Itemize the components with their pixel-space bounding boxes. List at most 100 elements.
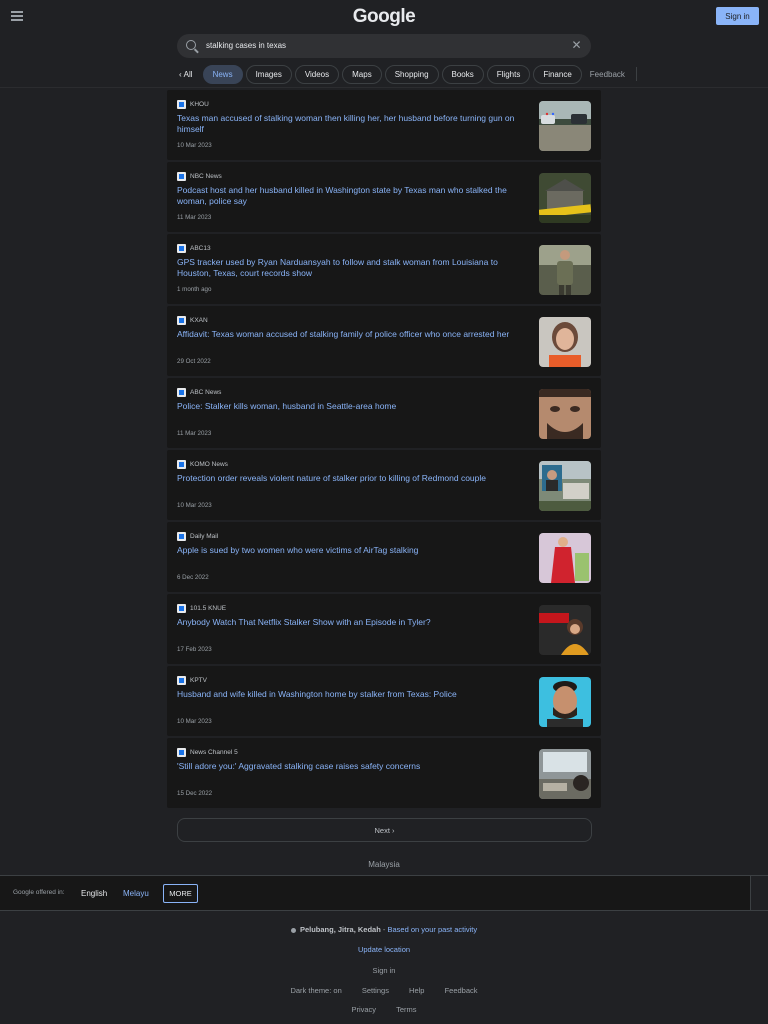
location-basis-link[interactable]: Based on your past activity xyxy=(388,925,478,934)
news-source: ABC13 xyxy=(190,245,211,252)
source-favicon-icon xyxy=(177,172,186,181)
news-source: News Channel 5 xyxy=(190,749,238,756)
tab-divider xyxy=(635,67,637,81)
tab-feedback[interactable]: Feedback xyxy=(585,65,633,84)
tab-shopping[interactable]: Shopping xyxy=(384,64,439,84)
source-favicon-icon xyxy=(177,748,186,757)
sign-in-button[interactable]: Sign in xyxy=(716,7,759,25)
news-card[interactable]: ABC13 GPS tracker used by Ryan Narduansy… xyxy=(167,234,601,304)
location-separator: - xyxy=(382,925,386,934)
news-date: 10 Mar 2023 xyxy=(177,718,212,725)
language-bar: Google offered in: English Melayu MORE xyxy=(0,875,768,911)
tab-books[interactable]: Books xyxy=(441,64,484,84)
news-date: 10 Mar 2023 xyxy=(177,142,212,149)
news-date: 11 Mar 2023 xyxy=(177,214,212,221)
news-results: KHOU Texas man accused of stalking woman… xyxy=(167,90,601,810)
tab-images[interactable]: Images xyxy=(245,64,292,84)
news-card[interactable]: KOMO News Protection order reveals viole… xyxy=(167,450,601,520)
mugshot-woman-thumbnail[interactable] xyxy=(539,317,591,367)
news-headline[interactable]: Anybody Watch That Netflix Stalker Show … xyxy=(177,617,529,628)
footer-legal-row: Privacy Terms xyxy=(0,1005,768,1014)
man-face-thumbnail[interactable] xyxy=(539,389,591,439)
source-favicon-icon xyxy=(177,388,186,397)
search-tabs: ‹ All News Images Videos Maps Shopping Bo… xyxy=(177,64,637,84)
search-input[interactable]: stalking cases in texas xyxy=(206,41,286,50)
news-card[interactable]: KHOU Texas man accused of stalking woman… xyxy=(167,90,601,160)
news-date: 17 Feb 2023 xyxy=(177,646,212,653)
news-card[interactable]: NBC News Podcast host and her husband ki… xyxy=(167,162,601,232)
tab-finance[interactable]: Finance xyxy=(533,64,582,84)
source-favicon-icon xyxy=(177,460,186,469)
privacy-link[interactable]: Privacy xyxy=(351,1005,376,1014)
source-favicon-icon xyxy=(177,316,186,325)
news-headline[interactable]: Podcast host and her husband killed in W… xyxy=(177,185,529,207)
crime-tape-house-thumbnail[interactable] xyxy=(539,173,591,223)
news-source: KXAN xyxy=(190,317,208,324)
help-link[interactable]: Help xyxy=(409,986,424,995)
news-headline[interactable]: 'Still adore you:' Aggravated stalking c… xyxy=(177,761,529,772)
news-date: 29 Oct 2022 xyxy=(177,358,211,365)
news-source: KOMO News xyxy=(190,461,228,468)
news-headline[interactable]: Affidavit: Texas woman accused of stalki… xyxy=(177,329,529,340)
language-label: Google offered in: xyxy=(13,889,65,896)
news-source: Daily Mail xyxy=(190,533,219,540)
source-favicon-icon xyxy=(177,100,186,109)
police-scene-thumbnail[interactable] xyxy=(539,101,591,151)
news-source: KPTV xyxy=(190,677,207,684)
language-english[interactable]: English xyxy=(81,889,107,898)
man-standing-thumbnail[interactable] xyxy=(539,245,591,295)
footer-sign-in-link[interactable]: Sign in xyxy=(0,966,768,975)
tab-all[interactable]: ‹ All xyxy=(177,65,200,84)
news-date: 6 Dec 2022 xyxy=(177,574,209,581)
source-favicon-icon xyxy=(177,532,186,541)
news-card[interactable]: 101.5 KNUE Anybody Watch That Netflix St… xyxy=(167,594,601,664)
tab-news[interactable]: News xyxy=(202,64,243,84)
google-logo[interactable]: Google xyxy=(0,6,768,28)
footer-links-row: Dark theme: on Settings Help Feedback xyxy=(0,986,768,995)
region-label: Malaysia xyxy=(368,860,400,869)
mugshot-man-thumbnail[interactable] xyxy=(539,677,591,727)
news-card[interactable]: KXAN Affidavit: Texas woman accused of s… xyxy=(167,306,601,376)
source-favicon-icon xyxy=(177,676,186,685)
news-headline[interactable]: Texas man accused of stalking woman then… xyxy=(177,113,529,135)
office-window-thumbnail[interactable] xyxy=(539,749,591,799)
dark-theme-toggle[interactable]: Dark theme: on xyxy=(290,986,341,995)
news-date: 1 month ago xyxy=(177,286,212,293)
chevron-right-icon: › xyxy=(392,825,395,835)
news-headline[interactable]: Apple is sued by two women who were vict… xyxy=(177,545,529,556)
tab-maps[interactable]: Maps xyxy=(342,64,382,84)
next-page-button[interactable]: Next › xyxy=(177,818,592,842)
tab-flights[interactable]: Flights xyxy=(486,64,531,84)
language-melayu-link[interactable]: Melayu xyxy=(123,889,149,898)
source-favicon-icon xyxy=(177,604,186,613)
woman-red-dress-thumbnail[interactable] xyxy=(539,533,591,583)
tab-videos[interactable]: Videos xyxy=(294,64,340,84)
language-bar-edge xyxy=(750,876,768,910)
terms-link[interactable]: Terms xyxy=(396,1005,416,1014)
news-card[interactable]: ABC News Police: Stalker kills woman, hu… xyxy=(167,378,601,448)
news-headline[interactable]: Husband and wife killed in Washington ho… xyxy=(177,689,529,700)
news-source: 101.5 KNUE xyxy=(190,605,227,612)
search-icon xyxy=(186,40,196,50)
news-card[interactable]: KPTV Husband and wife killed in Washingt… xyxy=(167,666,601,736)
news-date: 10 Mar 2023 xyxy=(177,502,212,509)
more-languages-button[interactable]: MORE xyxy=(163,884,198,903)
settings-link[interactable]: Settings xyxy=(362,986,389,995)
news-source: ABC News xyxy=(190,389,222,396)
news-headline[interactable]: Protection order reveals violent nature … xyxy=(177,473,529,484)
news-card[interactable]: Daily Mail Apple is sued by two women wh… xyxy=(167,522,601,592)
news-source: KHOU xyxy=(190,101,209,108)
news-card[interactable]: News Channel 5 'Still adore you:' Aggrav… xyxy=(167,738,601,808)
house-inset-thumbnail[interactable] xyxy=(539,461,591,511)
header: Google Sign in stalking cases in texas ✕… xyxy=(0,0,768,88)
netflix-woman-thumbnail[interactable] xyxy=(539,605,591,655)
feedback-link[interactable]: Feedback xyxy=(445,986,478,995)
news-date: 11 Mar 2023 xyxy=(177,430,212,437)
update-location-link[interactable]: Update location xyxy=(0,945,768,954)
news-headline[interactable]: GPS tracker used by Ryan Narduansyah to … xyxy=(177,257,529,279)
news-date: 15 Dec 2022 xyxy=(177,790,213,797)
news-source: NBC News xyxy=(190,173,222,180)
news-headline[interactable]: Police: Stalker kills woman, husband in … xyxy=(177,401,529,412)
close-icon[interactable]: ✕ xyxy=(571,39,582,51)
search-box[interactable]: stalking cases in texas ✕ xyxy=(177,34,591,58)
